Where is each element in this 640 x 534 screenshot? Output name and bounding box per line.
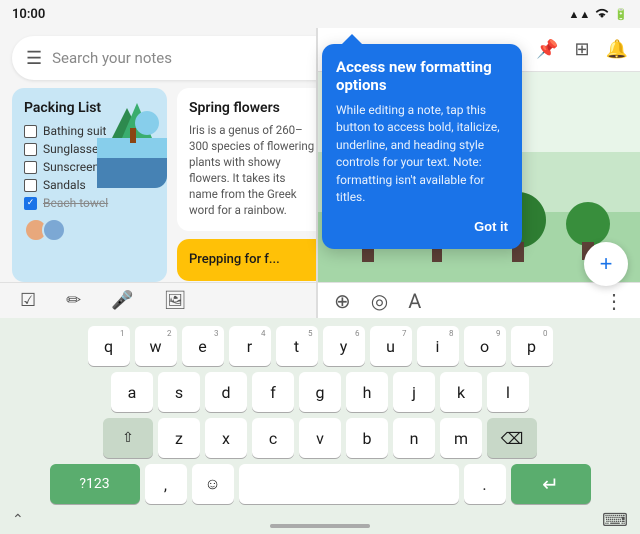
key-j[interactable]: j: [393, 372, 435, 412]
wifi-icon: [594, 7, 610, 22]
period-key[interactable]: .: [464, 464, 506, 504]
checkbox-1[interactable]: [24, 125, 37, 138]
space-key[interactable]: [239, 464, 459, 504]
number-key[interactable]: ?123: [50, 464, 140, 504]
key-m[interactable]: m: [440, 418, 482, 458]
list-item: Beach towel: [24, 196, 155, 210]
key-d[interactable]: d: [205, 372, 247, 412]
pin-icon[interactable]: 📌: [536, 39, 558, 60]
key-s[interactable]: s: [158, 372, 200, 412]
key-v[interactable]: v: [299, 418, 341, 458]
chevron-down-icon[interactable]: ⌃: [12, 512, 24, 528]
item-label-5: Beach towel: [43, 196, 108, 210]
image-icon[interactable]: 🖼: [164, 290, 187, 311]
status-icons: ▲▲ 🔋: [569, 7, 628, 22]
item-label-3: Sunscreen: [43, 160, 99, 174]
checkbox-5[interactable]: [24, 197, 37, 210]
key-p[interactable]: p0: [511, 326, 553, 366]
key-n[interactable]: n: [393, 418, 435, 458]
key-l[interactable]: l: [487, 372, 529, 412]
key-e[interactable]: e3: [182, 326, 224, 366]
key-u[interactable]: u7: [370, 326, 412, 366]
shift-key[interactable]: ⇧: [103, 418, 153, 458]
key-row-3: ⇧ z x c v b n m ⌫: [103, 418, 537, 458]
key-a[interactable]: a: [111, 372, 153, 412]
key-i[interactable]: i8: [417, 326, 459, 366]
checkbox-toolbar-icon[interactable]: ☑: [20, 290, 36, 311]
key-f[interactable]: f: [252, 372, 294, 412]
key-g[interactable]: g: [299, 372, 341, 412]
prepping-text: Prepping for f...: [189, 252, 280, 267]
comma-key[interactable]: ,: [145, 464, 187, 504]
key-y[interactable]: y6: [323, 326, 365, 366]
mic-icon[interactable]: 🎤: [111, 290, 133, 311]
battery-icon: 🔋: [614, 8, 628, 21]
got-it-button[interactable]: Got it: [474, 219, 508, 234]
key-c[interactable]: c: [252, 418, 294, 458]
item-label-4: Sandals: [43, 178, 86, 192]
flowers-card-area: Spring flowers Iris is a genus of 260–30…: [177, 88, 327, 282]
tooltip-title: Access new formatting options: [336, 58, 508, 94]
flowers-text: Iris is a genus of 260–300 species of fl…: [189, 122, 315, 219]
key-q[interactable]: q1: [88, 326, 130, 366]
card-scenery: [97, 88, 167, 188]
keyboard-area: q1 w2 e3 r4 t5 y6 u7 i8 o9 p0 a s d f g …: [0, 318, 640, 534]
enter-key[interactable]: ↵: [511, 464, 591, 504]
tooltip-body: While editing a note, tap this button to…: [336, 102, 508, 206]
key-o[interactable]: o9: [464, 326, 506, 366]
right-toolbar: ⊕ ◎ A ⋮: [318, 282, 640, 318]
flowers-title: Spring flowers: [189, 100, 315, 116]
status-bar: 10:00 ▲▲ 🔋: [0, 0, 640, 28]
tooltip-popup: Access new formatting options While edit…: [322, 44, 522, 249]
prepping-card[interactable]: Prepping for f...: [177, 239, 327, 281]
key-z[interactable]: z: [158, 418, 200, 458]
format-icon[interactable]: A: [408, 289, 421, 313]
card-avatars: [24, 218, 155, 242]
keyboard-icon[interactable]: ⌨: [602, 510, 628, 531]
notification-icon[interactable]: 🔔: [606, 39, 628, 60]
key-b[interactable]: b: [346, 418, 388, 458]
checkbox-3[interactable]: [24, 161, 37, 174]
key-row-1: q1 w2 e3 r4 t5 y6 u7 i8 o9 p0: [88, 326, 553, 366]
key-w[interactable]: w2: [135, 326, 177, 366]
bottom-bar: ⌃ ⌨: [0, 506, 640, 534]
menu-icon[interactable]: ☰: [26, 48, 42, 69]
key-r[interactable]: r4: [229, 326, 271, 366]
emoji-key[interactable]: ☺: [192, 464, 234, 504]
packing-list-card[interactable]: Packing List Bathing suit Sunglasses Sun…: [12, 88, 167, 282]
key-x[interactable]: x: [205, 418, 247, 458]
item-label-2: Sunglasses: [43, 142, 105, 156]
add-icon[interactable]: ⊕: [334, 289, 351, 313]
more-icon[interactable]: ⋮: [604, 289, 624, 313]
right-header-icons: 📌 ⊞ 🔔: [536, 39, 628, 60]
backspace-key[interactable]: ⌫: [487, 418, 537, 458]
fab-button[interactable]: +: [584, 242, 628, 286]
tooltip-got-it: Got it: [336, 216, 508, 235]
pencil-icon[interactable]: ✏: [66, 290, 81, 311]
key-k[interactable]: k: [440, 372, 482, 412]
checkbox-2[interactable]: [24, 143, 37, 156]
key-row-4: ?123 , ☺ . ↵: [50, 464, 591, 504]
status-time: 10:00: [12, 7, 45, 22]
tooltip-arrow: [342, 34, 362, 44]
key-row-2: a s d f g h j k l: [111, 372, 529, 412]
home-indicator: [270, 524, 370, 528]
grid-icon[interactable]: ⊞: [574, 39, 589, 60]
key-h[interactable]: h: [346, 372, 388, 412]
key-t[interactable]: t5: [276, 326, 318, 366]
signal-icon: ▲▲: [569, 8, 591, 21]
keyboard-rows: q1 w2 e3 r4 t5 y6 u7 i8 o9 p0 a s d f g …: [0, 318, 640, 508]
brush-icon[interactable]: ◎: [371, 289, 388, 313]
checkbox-4[interactable]: [24, 179, 37, 192]
spring-flowers-card[interactable]: Spring flowers Iris is a genus of 260–30…: [177, 88, 327, 231]
avatar-2: [42, 218, 66, 242]
